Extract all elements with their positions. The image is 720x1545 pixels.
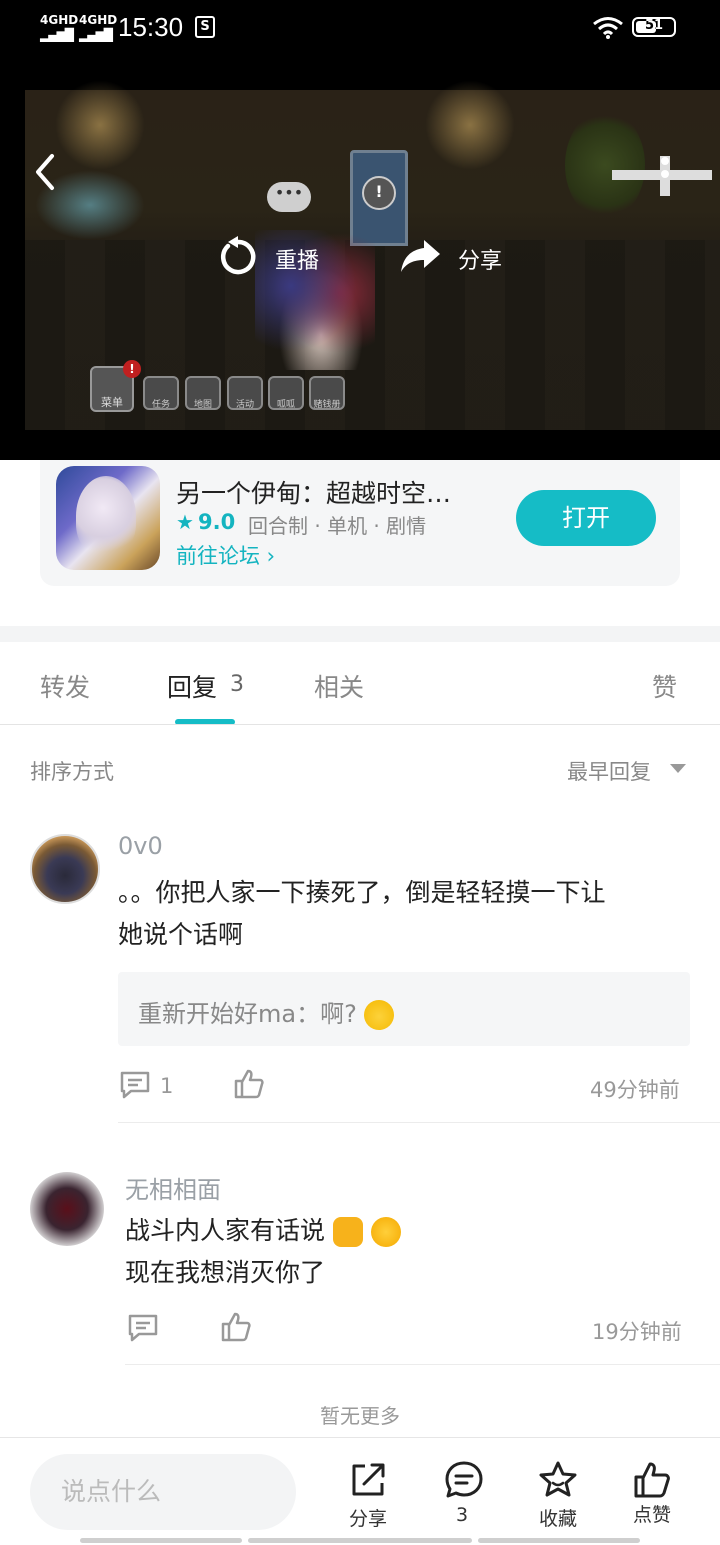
lamp-glow [55, 80, 145, 170]
video-player[interactable]: ••• ! 菜单 ! 任务 地图 活动 呱呱 赌钱册 重播 分享 [0, 60, 720, 460]
comment-divider [125, 1364, 720, 1365]
nav-gesture-bar [478, 1538, 640, 1543]
alert-icon: ! [362, 176, 396, 210]
nav-gesture-bar [248, 1538, 472, 1543]
no-more-text: 暂无更多 [320, 1404, 400, 1428]
tab-like[interactable]: 赞 [652, 668, 677, 704]
comment-timestamp: 49分钟前 [590, 1078, 680, 1102]
reply-preview-content: 重新开始好ma：啊? [138, 1000, 357, 1028]
star-outline-icon[interactable] [538, 1460, 578, 1500]
tab-related[interactable]: 相关 [314, 668, 364, 704]
share-arrow-icon[interactable] [400, 238, 442, 274]
battery-icon: 51 [632, 17, 676, 37]
tab-reply-count: 3 [230, 672, 244, 697]
battery-level: 51 [644, 18, 664, 33]
comment-username[interactable]: 无相相面 [125, 1170, 221, 1205]
chevron-down-icon[interactable] [670, 764, 686, 773]
forum-link[interactable]: 前往论坛 › [176, 540, 275, 570]
game-score: 9.0 [198, 510, 236, 534]
hud-bet-button: 赌钱册 [309, 376, 345, 410]
hud-label: 菜单 [101, 396, 123, 409]
comment-icon[interactable] [119, 1070, 151, 1100]
comment-text-line2: 她说个话啊 [118, 920, 244, 949]
hud-label: 呱呱 [276, 400, 295, 410]
shocked-emoji-icon [364, 1000, 395, 1030]
like-button[interactable]: 点赞 [612, 1500, 692, 1527]
thumbs-up-icon[interactable] [632, 1460, 672, 1500]
hud-label: 地图 [193, 400, 212, 410]
nav-gesture-bar [80, 1538, 242, 1543]
hud-map-button: 地图 [185, 376, 221, 410]
hud-chat-button: 呱呱 [268, 376, 304, 410]
comments-icon[interactable] [444, 1460, 484, 1500]
game-scene-image: ••• ! 菜单 ! 任务 地图 活动 呱呱 赌钱册 [25, 80, 720, 430]
star-icon: ★ [176, 510, 194, 534]
share-video-button[interactable]: 分享 [458, 243, 502, 275]
app-notification-icon: S [195, 16, 215, 38]
comment-username[interactable]: 0v0 [118, 832, 163, 860]
hud-label: 赌钱册 [313, 400, 341, 410]
tabs-divider [0, 724, 720, 725]
hud-label: 活动 [235, 400, 254, 410]
speech-bubble-icon: ••• [267, 182, 311, 212]
hud-task-button: 任务 [143, 376, 179, 410]
signal-bars-icon: ▂▄▆█ [40, 28, 74, 42]
replay-icon[interactable] [218, 236, 258, 278]
sort-dropdown[interactable]: 最早回复 [567, 756, 651, 786]
share-icon[interactable] [348, 1460, 388, 1500]
avatar[interactable] [30, 834, 100, 904]
replay-button[interactable]: 重播 [275, 243, 319, 275]
lamp-glow [425, 80, 515, 170]
collect-button[interactable]: 收藏 [518, 1504, 598, 1531]
share-button[interactable]: 分享 [328, 1504, 408, 1531]
hud-alert-badge: ! [123, 360, 141, 378]
status-time: 15:30 [118, 12, 184, 42]
signal-bars-icon: ▂▄▆█ [79, 28, 113, 42]
game-title[interactable]: 另一个伊甸：超越时空… [176, 474, 451, 510]
hud-event-button: 活动 [227, 376, 263, 410]
comment-timestamp: 19分钟前 [592, 1320, 682, 1344]
comment-divider [118, 1122, 720, 1123]
comment-input[interactable]: 说点什么 [30, 1454, 296, 1530]
fist-emoji-icon [332, 1217, 363, 1247]
comment-text-line1: 。。你把人家一下揍死了，倒是轻轻摸一下让 [118, 878, 606, 907]
game-app-icon[interactable] [56, 466, 160, 570]
comment-reply-count: 1 [160, 1074, 174, 1098]
hud-label: 任务 [151, 400, 170, 410]
comments-count[interactable]: 3 [422, 1504, 502, 1526]
avatar[interactable] [30, 1172, 104, 1246]
open-game-button[interactable]: 打开 [516, 490, 656, 546]
minimap-icon [612, 156, 712, 196]
tab-forward[interactable]: 转发 [40, 668, 90, 704]
sort-label: 排序方式 [30, 760, 114, 784]
tab-reply[interactable]: 回复 [167, 668, 217, 704]
back-arrow-icon[interactable] [30, 152, 60, 192]
thumbs-up-icon[interactable] [220, 1311, 252, 1343]
comment-text-content: 战斗内人家有话说 [125, 1216, 326, 1245]
comment-icon[interactable] [127, 1313, 159, 1343]
section-separator [0, 626, 720, 642]
network-indicator-1: 4GHD [40, 13, 79, 27]
comment-text-line2: 现在我想消灭你了 [125, 1258, 326, 1287]
crying-emoji-icon [370, 1217, 401, 1247]
reply-preview-text[interactable]: 重新开始好ma：啊? [138, 994, 395, 1030]
wifi-icon [593, 17, 623, 39]
thumbs-up-icon[interactable] [233, 1068, 265, 1100]
network-indicator-2: 4GHD [79, 13, 118, 27]
comment-text-line1: 战斗内人家有话说 [125, 1210, 401, 1252]
status-bar: 4GHD ▂▄▆█ 4GHD ▂▄▆█ 15:30 S 51 [0, 0, 720, 60]
game-tags: 回合制 · 单机 · 剧情 [248, 514, 427, 538]
